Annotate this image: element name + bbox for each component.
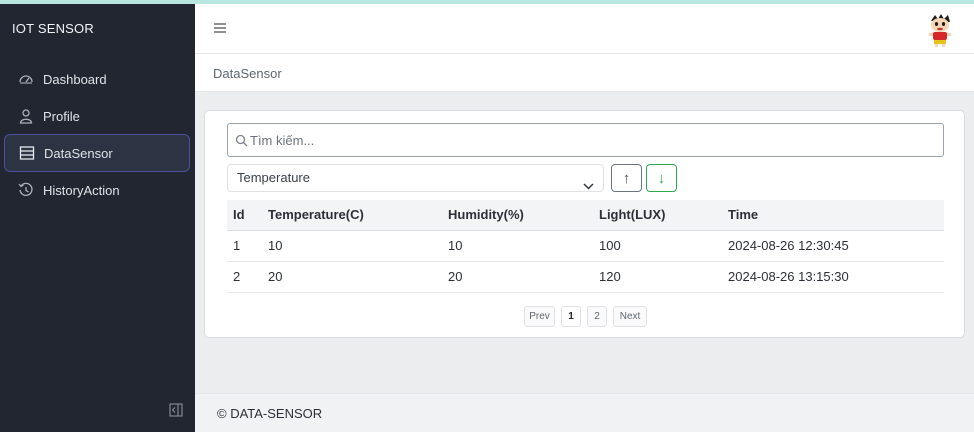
table-icon: [19, 145, 35, 161]
sidebar-item-profile[interactable]: Profile: [4, 97, 190, 135]
column-header-temperature: Temperature(C): [268, 200, 448, 231]
table-cell: 20: [268, 261, 448, 293]
hamburger-menu-icon[interactable]: [213, 21, 227, 35]
sidebar-item-dashboard[interactable]: Dashboard: [4, 60, 190, 98]
pagination-page-2[interactable]: 2: [587, 306, 607, 327]
data-card: Temperature ↑ ↓ Id Temperature(C) Humidi…: [204, 110, 965, 338]
sidebar-item-label: HistoryAction: [43, 182, 120, 198]
chevron-down-icon: [583, 174, 594, 190]
sidebar-item-historyaction[interactable]: HistoryAction: [4, 171, 190, 209]
table-row: 2 20 20 120 2024-08-26 13:15:30: [227, 261, 944, 293]
pagination-next-button[interactable]: Next: [613, 306, 647, 327]
sidebar: IOT SENSOR Dashboard Profile DataSensor …: [0, 4, 195, 432]
brand-title: IOT SENSOR: [12, 21, 94, 36]
data-table: Id Temperature(C) Humidity(%) Light(LUX)…: [227, 200, 944, 293]
table-row: 1 10 10 100 2024-08-26 12:30:45: [227, 230, 944, 262]
column-header-humidity: Humidity(%): [448, 200, 599, 231]
table-cell: 1: [227, 230, 268, 262]
pagination-prev-button[interactable]: Prev: [524, 306, 555, 327]
history-icon: [18, 182, 34, 198]
arrow-down-icon: ↓: [657, 169, 666, 187]
pagination-page-1[interactable]: 1: [561, 306, 581, 327]
user-icon: [18, 108, 34, 124]
table-cell: 10: [448, 230, 599, 262]
speedometer-icon: [18, 71, 34, 87]
sidebar-item-label: Dashboard: [43, 71, 107, 87]
top-header: [195, 4, 974, 54]
footer-text: © DATA-SENSOR: [217, 406, 323, 421]
table-cell: 100: [599, 230, 728, 262]
table-cell: 2024-08-26 13:15:30: [728, 261, 944, 293]
search-icon: [235, 134, 248, 147]
footer: © DATA-SENSOR: [195, 393, 974, 432]
arrow-up-icon: ↑: [622, 169, 631, 187]
breadcrumb: DataSensor: [213, 66, 282, 81]
column-select[interactable]: Temperature: [227, 164, 604, 192]
column-header-light: Light(LUX): [599, 200, 728, 231]
table-cell: 20: [448, 261, 599, 293]
table-header-row: Id Temperature(C) Humidity(%) Light(LUX)…: [227, 200, 944, 231]
table-cell: 10: [268, 230, 448, 262]
search-box: [227, 123, 944, 157]
sort-descending-button[interactable]: ↓: [646, 164, 677, 192]
breadcrumb-bar: DataSensor: [195, 54, 974, 92]
column-select-value: Temperature: [237, 170, 310, 185]
sort-ascending-button[interactable]: ↑: [611, 164, 642, 192]
sidebar-item-datasensor[interactable]: DataSensor: [4, 134, 190, 172]
search-input[interactable]: [250, 130, 930, 150]
column-header-id: Id: [227, 200, 268, 231]
table-cell: 120: [599, 261, 728, 293]
column-header-time: Time: [728, 200, 944, 231]
sidebar-collapse-icon[interactable]: [169, 403, 183, 417]
avatar[interactable]: [926, 12, 954, 48]
table-cell: 2: [227, 261, 268, 293]
table-cell: 2024-08-26 12:30:45: [728, 230, 944, 262]
sidebar-item-label: DataSensor: [44, 145, 113, 161]
sidebar-item-label: Profile: [43, 108, 80, 124]
